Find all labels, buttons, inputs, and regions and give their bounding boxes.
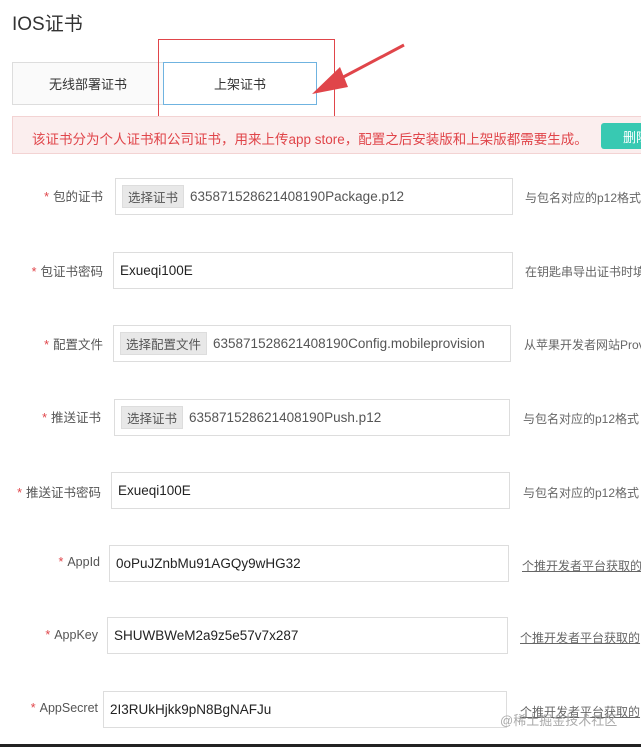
tab-release-cert[interactable]: 上架证书 <box>163 62 317 105</box>
tab-wireless-cert[interactable]: 无线部署证书 <box>12 62 163 105</box>
app-key-input[interactable] <box>114 628 507 643</box>
label-app-id: * AppId <box>58 555 100 569</box>
choose-push-cert-button[interactable]: 选择证书 <box>121 406 184 429</box>
choose-config-file-button[interactable]: 选择配置文件 <box>120 332 208 355</box>
watermark: @稀土掘金技术社区 <box>500 713 618 728</box>
app-secret-input[interactable] <box>110 702 506 717</box>
label-package-cert: * 包的证书 <box>44 190 103 204</box>
label-app-key: * AppKey <box>45 628 98 642</box>
notice-text: 该证书分为个人证书和公司证书，用来上传app store，配置之后安装版和上架版… <box>32 132 588 147</box>
app-secret-field[interactable] <box>103 691 507 728</box>
push-cert-filename: 635871528621408190Push.p12 <box>189 410 382 425</box>
package-cert-password-input[interactable] <box>120 263 512 278</box>
config-file-filename: 635871528621408190Config.mobileprovision <box>213 336 485 351</box>
notice-banner: 该证书分为个人证书和公司证书，用来上传app store，配置之后安装版和上架版… <box>12 116 641 154</box>
hint-package-cert: 与包名对应的p12格式 <box>525 191 641 205</box>
label-push-cert-password: * 推送证书密码 <box>17 486 101 500</box>
page-title: IOS证书 <box>12 14 83 35</box>
label-push-cert: * 推送证书 <box>42 411 101 425</box>
package-cert-field[interactable]: 选择证书 635871528621408190Package.p12 <box>115 178 513 215</box>
hint-app-key-link[interactable]: 个推开发者平台获取的 <box>520 629 640 646</box>
label-config-file: * 配置文件 <box>44 338 103 352</box>
app-id-input[interactable] <box>116 556 508 571</box>
package-cert-filename: 635871528621408190Package.p12 <box>190 189 404 204</box>
config-file-field[interactable]: 选择配置文件 635871528621408190Config.mobilepr… <box>113 325 511 362</box>
delete-button[interactable]: 删除 <box>601 123 641 149</box>
push-cert-password-input[interactable] <box>118 483 509 498</box>
choose-package-cert-button[interactable]: 选择证书 <box>122 185 185 208</box>
hint-push-cert-password: 与包名对应的p12格式 <box>523 486 640 500</box>
hint-app-id-link[interactable]: 个推开发者平台获取的 <box>522 557 641 574</box>
label-app-secret: * AppSecret <box>30 701 98 715</box>
label-package-cert-password: * 包证书密码 <box>31 265 103 279</box>
app-key-field[interactable] <box>107 617 508 654</box>
push-cert-field[interactable]: 选择证书 635871528621408190Push.p12 <box>114 399 510 436</box>
hint-package-cert-password: 在钥匙串导出证书时填 <box>525 265 641 279</box>
push-cert-password-field[interactable] <box>111 472 510 509</box>
hint-config-file: 从苹果开发者网站Prov <box>524 338 641 352</box>
hint-push-cert: 与包名对应的p12格式 <box>523 412 640 426</box>
package-cert-password-field[interactable] <box>113 252 513 289</box>
app-id-field[interactable] <box>109 545 509 582</box>
